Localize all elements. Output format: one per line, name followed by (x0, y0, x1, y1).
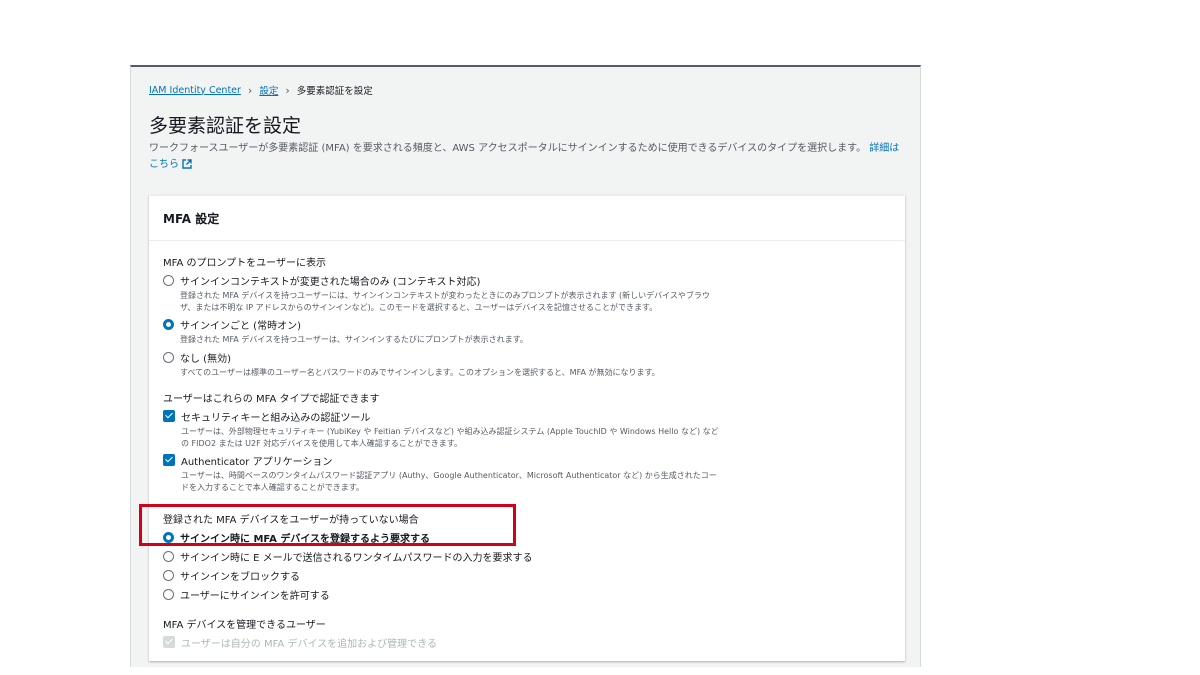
breadcrumb-settings[interactable]: 設定 (259, 83, 278, 97)
option-label: サインインコンテキストが変更された場合のみ (コンテキスト対応) (180, 277, 481, 288)
option-label: サインインをブロックする (180, 572, 300, 583)
option-label: セキュリティキーと組み込みの認証ツール (181, 413, 371, 424)
radio-require-register[interactable] (163, 532, 174, 543)
page-description: ワークフォースユーザーが多要素認証 (MFA) を要求される頻度と、AWS アク… (149, 141, 909, 173)
radio-block-signin[interactable] (163, 570, 174, 581)
radio-context-aware[interactable] (163, 275, 174, 286)
description-text: ワークフォースユーザーが多要素認証 (MFA) を要求される頻度と、AWS アク… (149, 143, 867, 154)
option-description: すべてのユーザーは標準のユーザー名とパスワードのみでサインインします。このオプシ… (180, 367, 660, 377)
option-label: Authenticator アプリケーション (181, 457, 333, 468)
breadcrumb-current: 多要素認証を設定 (296, 86, 373, 97)
no-device-option-email-otp[interactable]: サインイン時に E メールで送信されるワンタイムパスワードの入力を要求する (163, 549, 883, 564)
option-label: サインイン時に MFA デバイスを登録するよう要求する (180, 534, 431, 545)
radio-always-on[interactable] (163, 319, 174, 330)
option-label: ユーザーは自分の MFA デバイスを追加および管理できる (181, 639, 437, 650)
checkbox-manage-devices (163, 636, 175, 648)
no-device-option-allow[interactable]: ユーザーにサインインを許可する (163, 587, 883, 602)
mfa-settings-panel: MFA 設定 MFA のプロンプトをユーザーに表示 サインインコンテキストが変更… (149, 195, 905, 661)
no-device-section-label: 登録された MFA デバイスをユーザーが持っていない場合 (163, 515, 419, 526)
manage-section-label: MFA デバイスを管理できるユーザー (163, 620, 326, 631)
checkbox-authenticator-app[interactable] (163, 454, 175, 466)
breadcrumb-iam-identity-center[interactable]: IAM Identity Center (149, 85, 241, 96)
prompt-option-always-on[interactable]: サインインごと (常時オン) 登録された MFA デバイスを持つユーザーは、サイ… (163, 317, 883, 346)
type-option-authenticator-app[interactable]: Authenticator アプリケーション ユーザーは、時間ベースのワンタイム… (163, 453, 883, 493)
option-description: ユーザーは、時間ベースのワンタイムパスワード認証アプリ (Authy、Googl… (181, 471, 717, 492)
page-title: 多要素認証を設定 (149, 115, 302, 137)
option-description: ユーザーは、外部物理セキュリティキー (YubiKey や Feitian デバ… (181, 427, 719, 448)
external-link-icon (182, 159, 192, 169)
radio-disabled[interactable] (163, 351, 174, 363)
chevron-right-icon: › (247, 83, 253, 97)
radio-allow-signin[interactable] (163, 589, 174, 600)
prompt-option-disabled[interactable]: なし (無効) すべてのユーザーは標準のユーザー名とパスワードのみでサインインし… (163, 350, 883, 379)
option-label: サインイン時に E メールで送信されるワンタイムパスワードの入力を要求する (180, 553, 533, 564)
no-device-option-register[interactable]: サインイン時に MFA デバイスを登録するよう要求する (163, 530, 883, 545)
console-frame: IAM Identity Center › 設定 › 多要素認証を設定 多要素認… (130, 65, 921, 667)
prompt-option-context-aware[interactable]: サインインコンテキストが変更された場合のみ (コンテキスト対応) 登録された M… (163, 273, 883, 313)
panel-body: MFA のプロンプトをユーザーに表示 サインインコンテキストが変更された場合のみ… (163, 254, 883, 654)
type-option-security-key[interactable]: セキュリティキーと組み込みの認証ツール ユーザーは、外部物理セキュリティキー (… (163, 409, 883, 449)
chevron-right-icon: › (285, 83, 290, 97)
breadcrumb: IAM Identity Center › 設定 › 多要素認証を設定 (149, 83, 373, 98)
option-label: ユーザーにサインインを許可する (180, 591, 330, 602)
no-device-option-block[interactable]: サインインをブロックする (163, 568, 883, 583)
option-label: サインインごと (常時オン) (180, 321, 301, 332)
types-section-label: ユーザーはこれらの MFA タイプで認証できます (163, 394, 380, 405)
option-description: 登録された MFA デバイスを持つユーザーには、サインインコンテキストが変わった… (180, 291, 710, 312)
manage-option: ユーザーは自分の MFA デバイスを追加および管理できる (163, 635, 883, 650)
checkbox-security-key[interactable] (163, 410, 175, 422)
radio-email-otp[interactable] (163, 551, 174, 562)
panel-title: MFA 設定 (149, 196, 905, 241)
prompt-section-label: MFA のプロンプトをユーザーに表示 (163, 258, 326, 269)
option-description: 登録された MFA デバイスを持つユーザーは、サインインするたびにプロンプトが表… (180, 335, 528, 344)
option-label: なし (無効) (180, 353, 231, 365)
